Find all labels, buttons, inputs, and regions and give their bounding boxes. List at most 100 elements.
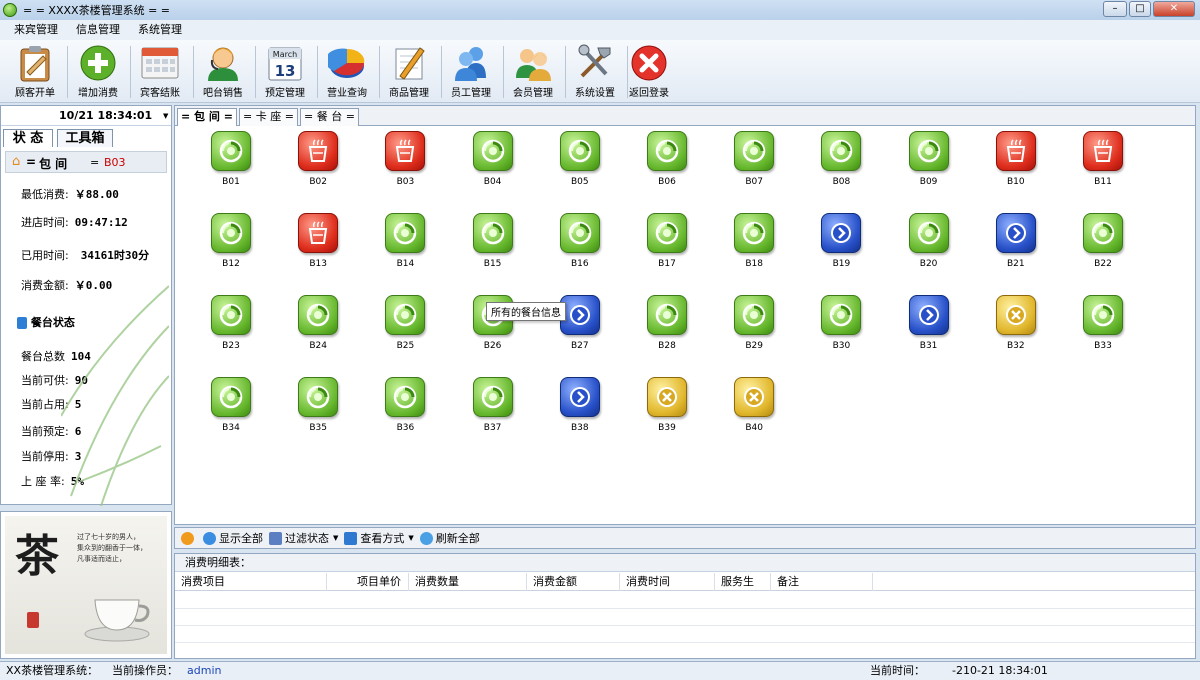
room-tile[interactable]: B10 [988, 131, 1044, 191]
reservation-button[interactable]: March 13 预定管理 [254, 42, 316, 100]
room-tile[interactable]: B40 [726, 377, 782, 437]
room-tile[interactable]: B38 [552, 377, 608, 437]
table-row[interactable] [175, 609, 1195, 626]
seal-stamp [27, 612, 39, 628]
room-tile[interactable]: B17 [639, 213, 695, 273]
col-quantity[interactable]: 消费数量 [409, 573, 527, 591]
col-amount[interactable]: 消费金额 [527, 573, 620, 591]
minimize-button[interactable]: – [1103, 1, 1127, 17]
tab-status[interactable]: 状 态 [3, 129, 53, 147]
room-tile[interactable]: B28 [639, 295, 695, 355]
room-tile[interactable]: B24 [290, 295, 346, 355]
room-tile[interactable]: B08 [813, 131, 869, 191]
room-label: B27 [570, 341, 589, 351]
business-query-button[interactable]: 营业查询 [316, 42, 378, 100]
room-tile[interactable]: B35 [290, 377, 346, 437]
room-tile[interactable]: B25 [377, 295, 433, 355]
tea-character: 茶 [15, 531, 59, 582]
clock-dropdown-icon[interactable]: ▼ [163, 112, 168, 120]
room-tile[interactable]: B03 [377, 131, 433, 191]
add-consumption-button[interactable]: 增加消费 [67, 42, 129, 100]
tab-toolbox[interactable]: 工具箱 [57, 129, 113, 147]
detail-title: 消费明细表： [175, 554, 1195, 572]
maximize-button[interactable]: □ [1129, 1, 1151, 17]
room-tile[interactable]: B13 [290, 213, 346, 273]
staff-management-button[interactable]: 员工管理 [440, 42, 502, 100]
room-tile[interactable]: B14 [377, 213, 433, 273]
room-label: B24 [309, 341, 327, 351]
calculator-icon [140, 44, 180, 82]
room-tile[interactable]: B23 [203, 295, 259, 355]
col-unit-price[interactable]: 项目单价 [327, 573, 409, 591]
room-tile[interactable]: B15 [465, 213, 521, 273]
reserved-arrow-icon [995, 213, 1036, 253]
col-remarks[interactable]: 备注 [771, 573, 873, 591]
table-row[interactable] [175, 643, 1195, 660]
available-icon [472, 377, 513, 417]
room-tile[interactable]: B21 [988, 213, 1044, 273]
elapsed-time: 已用时间: 34161时30分 [21, 249, 150, 262]
toolbar-label: 宾客结账 [140, 88, 180, 99]
room-tile[interactable]: B06 [639, 131, 695, 191]
table-row[interactable] [175, 626, 1195, 643]
col-waiter[interactable]: 服务生 [715, 573, 771, 591]
room-tile[interactable]: B22 [1075, 213, 1131, 273]
room-tile[interactable]: B02 [290, 131, 346, 191]
room-tile[interactable]: B32 [988, 295, 1044, 355]
room-tile[interactable]: B07 [726, 131, 782, 191]
available-icon [298, 295, 339, 335]
open-order-button[interactable]: 顾客开单 [4, 42, 66, 100]
view-mode-dropdown[interactable]: 查看方式 ▼ [344, 530, 414, 546]
left-tabs: 状 态 工具箱 [1, 127, 171, 147]
menu-guest[interactable]: 来宾管理 [5, 20, 67, 40]
room-label: B02 [309, 177, 327, 187]
close-window-button[interactable]: ✕ [1153, 1, 1195, 17]
room-tile[interactable]: B37 [465, 377, 521, 437]
checkout-button[interactable]: 宾客结账 [129, 42, 191, 100]
system-settings-button[interactable]: 系统设置 [564, 42, 626, 100]
product-management-button[interactable]: 商品管理 [378, 42, 440, 100]
scroll-down-button[interactable] [181, 531, 197, 545]
room-tile[interactable]: B20 [901, 213, 957, 273]
tab-booths[interactable]: = 卡 座 = [239, 108, 298, 126]
logout-button[interactable]: 返回登录 [618, 42, 680, 100]
room-tile[interactable]: B11 [1075, 131, 1131, 191]
table-row[interactable] [175, 592, 1195, 609]
reserved-arrow-icon [559, 377, 600, 417]
room-tile[interactable]: B04 [465, 131, 521, 191]
room-tile[interactable]: B01 [203, 131, 259, 191]
tab-tables[interactable]: = 餐 台 = [300, 108, 359, 126]
menu-info[interactable]: 信息管理 [67, 20, 129, 40]
menu-bar: 来宾管理 信息管理 系统管理 [0, 20, 1200, 40]
room-label: B05 [570, 177, 589, 187]
room-tile[interactable]: B36 [377, 377, 433, 437]
available-icon [908, 131, 949, 171]
room-tile[interactable]: B18 [726, 213, 782, 273]
room-tile[interactable]: B34 [203, 377, 259, 437]
room-tile[interactable]: B19 [813, 213, 869, 273]
room-tile[interactable]: B30 [813, 295, 869, 355]
room-tile[interactable]: B33 [1075, 295, 1131, 355]
toolbar-label: 会员管理 [513, 88, 553, 99]
room-tile[interactable]: B09 [901, 131, 957, 191]
room-tile[interactable]: B39 [639, 377, 695, 437]
available-icon [211, 377, 251, 417]
menu-system[interactable]: 系统管理 [129, 20, 191, 40]
room-tile[interactable]: B05 [552, 131, 608, 191]
col-time[interactable]: 消费时间 [620, 573, 715, 591]
toolbar-label: 员工管理 [451, 88, 491, 99]
room-tile[interactable]: B12 [203, 213, 259, 273]
bar-sales-button[interactable]: 吧台销售 [192, 42, 254, 100]
show-all-button[interactable]: 显示全部 [203, 530, 263, 546]
available-icon [908, 213, 949, 253]
col-item[interactable]: 消费项目 [175, 573, 327, 591]
member-management-button[interactable]: 会员管理 [502, 42, 564, 100]
tab-private-rooms[interactable]: = 包 间 = [177, 108, 237, 126]
filter-status-dropdown[interactable]: 过滤状态 ▼ [269, 530, 338, 546]
room-tile[interactable]: B31 [901, 295, 957, 355]
refresh-all-button[interactable]: 刷新全部 [419, 530, 480, 546]
refresh-icon [419, 531, 433, 545]
room-tile[interactable]: B29 [726, 295, 782, 355]
room-tile[interactable]: B16 [552, 213, 608, 273]
add-icon [78, 44, 118, 82]
